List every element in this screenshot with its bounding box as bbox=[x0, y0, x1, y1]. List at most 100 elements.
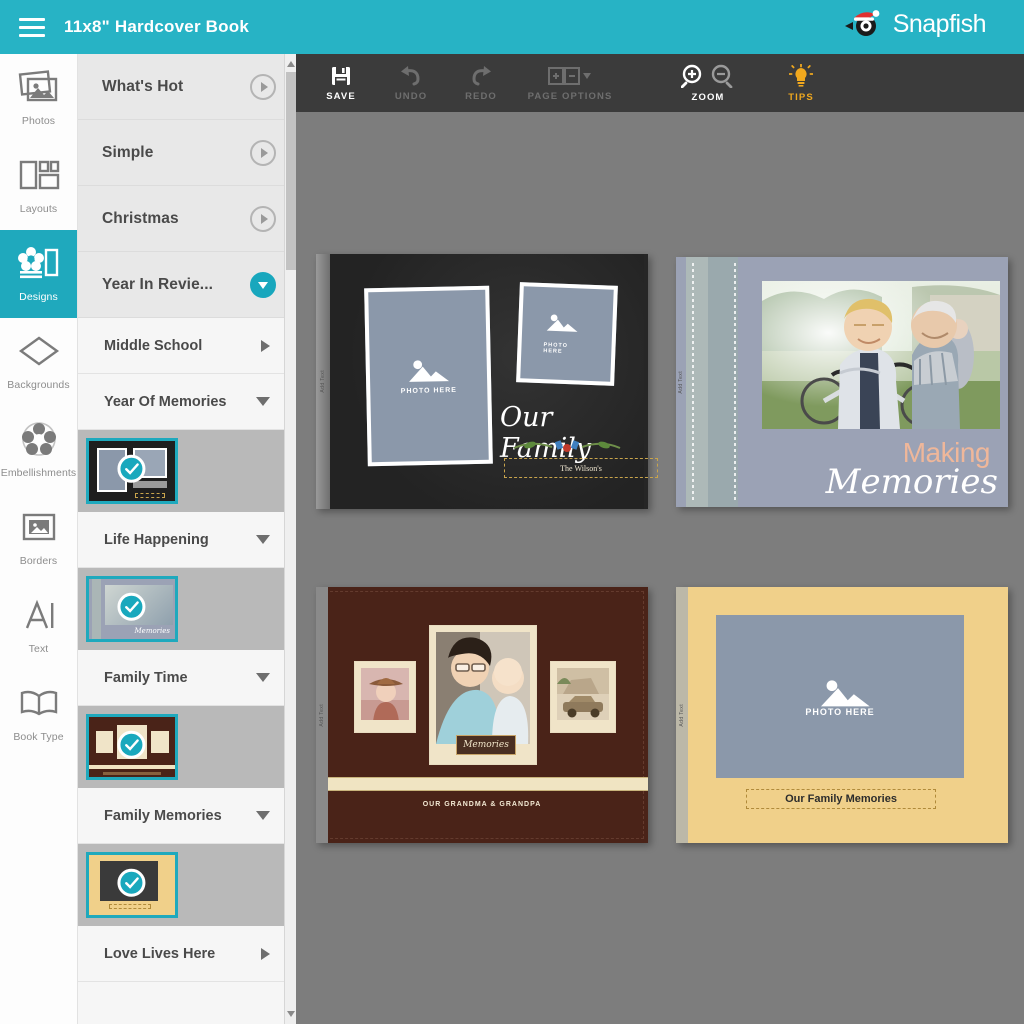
designs-flower-panel-icon bbox=[18, 246, 60, 284]
memories-banner[interactable]: Memories bbox=[456, 735, 516, 755]
text-a-cursor-icon bbox=[18, 598, 60, 636]
photo-image bbox=[361, 668, 409, 720]
toolbar-label: SAVE bbox=[326, 91, 356, 102]
spine-text: Add Text bbox=[678, 371, 684, 394]
borders-frame-icon bbox=[18, 510, 60, 548]
cover-footer-text[interactable]: OUR GRANDMA & GRANDPA bbox=[316, 801, 648, 808]
chevron-down-icon bbox=[583, 73, 591, 79]
thumbnail-strip bbox=[78, 430, 296, 512]
design-thumbnail-making-memories[interactable]: Memories bbox=[86, 576, 178, 642]
subcategory-label: Love Lives Here bbox=[104, 946, 215, 962]
design-thumbnail-family-memories[interactable] bbox=[86, 852, 178, 918]
sidebar-label: Photos bbox=[22, 115, 55, 127]
selected-check-icon bbox=[117, 869, 145, 897]
thumbnail-strip bbox=[78, 706, 296, 788]
photo-placeholder[interactable]: PHOTO HERE bbox=[516, 282, 618, 386]
sidebar-label: Book Type bbox=[13, 731, 63, 743]
undo-button[interactable]: UNDO bbox=[378, 54, 444, 112]
circle-play-right-icon[interactable] bbox=[250, 140, 276, 166]
circle-play-right-icon[interactable] bbox=[250, 206, 276, 232]
subcategory-middle-school[interactable]: Middle School bbox=[78, 318, 296, 374]
tips-button[interactable]: TIPS bbox=[768, 54, 834, 112]
sidebar-item-photos[interactable]: Photos bbox=[0, 54, 77, 142]
book-cover-our-family-memories[interactable]: PHOTO HERE Our Family Memories Add Text bbox=[676, 587, 1008, 843]
design-thumbnail-family-time[interactable] bbox=[86, 714, 178, 780]
redo-arrow-icon bbox=[468, 65, 494, 87]
snapfish-logo[interactable]: Snapfish bbox=[841, 9, 986, 39]
triangle-down-icon[interactable] bbox=[256, 397, 270, 406]
hamburger-menu-icon[interactable] bbox=[0, 0, 64, 54]
cover-title-memories[interactable]: Memories bbox=[826, 462, 998, 502]
subcategory-family-time[interactable]: Family Time bbox=[78, 650, 296, 706]
layouts-grid-icon bbox=[18, 158, 60, 196]
category-christmas[interactable]: Christmas bbox=[78, 186, 296, 252]
triangle-down-icon[interactable] bbox=[256, 535, 270, 544]
cover-subtitle-box[interactable]: The Wilson's bbox=[504, 458, 658, 478]
sidebar-label: Backgrounds bbox=[7, 379, 69, 391]
cover-stripe bbox=[686, 257, 708, 507]
page-options-button[interactable]: PAGE OPTIONS bbox=[518, 54, 622, 112]
circle-play-right-icon[interactable] bbox=[250, 74, 276, 100]
scrollbar-thumb[interactable] bbox=[286, 72, 296, 270]
book-cover-inner: PHOTO HERE PHOTO HERE Our Family bbox=[330, 254, 644, 509]
subcategory-love-lives-here[interactable]: Love Lives Here bbox=[78, 926, 296, 982]
triangle-down-icon[interactable] bbox=[256, 673, 270, 682]
category-simple[interactable]: Simple bbox=[78, 120, 296, 186]
sidebar-item-backgrounds[interactable]: Backgrounds bbox=[0, 318, 77, 406]
toolbar-label: PAGE OPTIONS bbox=[528, 91, 613, 102]
triangle-right-icon[interactable] bbox=[261, 948, 270, 960]
subcategory-label: Middle School bbox=[104, 338, 202, 354]
subcategory-year-of-memories[interactable]: Year Of Memories bbox=[78, 374, 296, 430]
sidebar-label: Designs bbox=[19, 291, 58, 303]
cover-photo-boy-on-bike[interactable] bbox=[762, 281, 1000, 429]
photo-image bbox=[557, 668, 609, 720]
book-spine[interactable]: Add Text bbox=[316, 254, 330, 509]
panel-scrollbar[interactable] bbox=[284, 54, 296, 1024]
sidebar-item-text[interactable]: Text bbox=[0, 582, 77, 670]
hamburger-bar bbox=[19, 18, 45, 21]
book-cover-grandma-grandpa[interactable]: Memories OUR GRANDMA & GRANDPA Add Text bbox=[316, 587, 648, 843]
toolbar-label: UNDO bbox=[395, 91, 427, 102]
page-title: 11x8" Hardcover Book bbox=[64, 17, 249, 37]
book-spine[interactable]: Add Text bbox=[676, 257, 686, 507]
photo-placeholder[interactable]: PHOTO HERE bbox=[716, 615, 964, 778]
placeholder-label: PHOTO HERE bbox=[401, 387, 457, 395]
category-year-in-review[interactable]: Year In Revie... bbox=[78, 252, 296, 318]
sidebar-item-layouts[interactable]: Layouts bbox=[0, 142, 77, 230]
photo-placeholder[interactable]: PHOTO HERE bbox=[364, 286, 493, 467]
save-button[interactable]: SAVE bbox=[308, 54, 374, 112]
redo-button[interactable]: REDO bbox=[448, 54, 514, 112]
triangle-right-icon[interactable] bbox=[261, 340, 270, 352]
cover-subtitle: The Wilson's bbox=[560, 464, 602, 473]
triangle-down-icon[interactable] bbox=[256, 811, 270, 820]
book-spine[interactable]: Add Text bbox=[316, 587, 328, 843]
placeholder-label: PHOTO HERE bbox=[543, 342, 589, 356]
design-thumbnail-chalkboard[interactable] bbox=[86, 438, 178, 504]
thumbnail-strip bbox=[78, 844, 296, 926]
floppy-disk-icon bbox=[330, 65, 352, 87]
photo-image bbox=[436, 632, 530, 752]
zoom-button[interactable]: ZOOM bbox=[662, 54, 754, 112]
circle-chevron-down-icon[interactable] bbox=[250, 272, 276, 298]
subcategory-partial[interactable] bbox=[78, 982, 296, 1024]
sidebar-item-designs[interactable]: Designs bbox=[0, 230, 77, 318]
book-cover-our-family[interactable]: PHOTO HERE PHOTO HERE Our Family bbox=[316, 254, 648, 509]
sidebar-item-embellishments[interactable]: Embellishments bbox=[0, 406, 77, 494]
book-cover-making-memories[interactable]: Making Memories Add Text bbox=[676, 257, 1008, 507]
sidebar-item-book-type[interactable]: Book Type bbox=[0, 670, 77, 758]
left-tool-rail: Photos Layouts bbox=[0, 54, 78, 1024]
sidebar-item-borders[interactable]: Borders bbox=[0, 494, 77, 582]
book-spine[interactable]: Add Text bbox=[676, 587, 688, 843]
embellishments-flower-icon bbox=[18, 422, 60, 460]
cover-photo-vintage-car[interactable] bbox=[550, 661, 616, 733]
photo-placeholder-icon: PHOTO HERE bbox=[805, 677, 874, 717]
cover-title-box[interactable]: Our Family Memories bbox=[746, 789, 936, 809]
photo-placeholder-icon: PHOTO HERE bbox=[543, 312, 591, 356]
cover-photo-cowboy-child[interactable] bbox=[354, 661, 416, 733]
subcategory-family-memories[interactable]: Family Memories bbox=[78, 788, 296, 844]
category-label: Year In Revie... bbox=[102, 276, 213, 294]
sidebar-label: Layouts bbox=[20, 203, 57, 215]
subcategory-life-happening[interactable]: Life Happening bbox=[78, 512, 296, 568]
category-whats-hot[interactable]: What's Hot bbox=[78, 54, 296, 120]
toolbar-label: TIPS bbox=[788, 92, 814, 103]
